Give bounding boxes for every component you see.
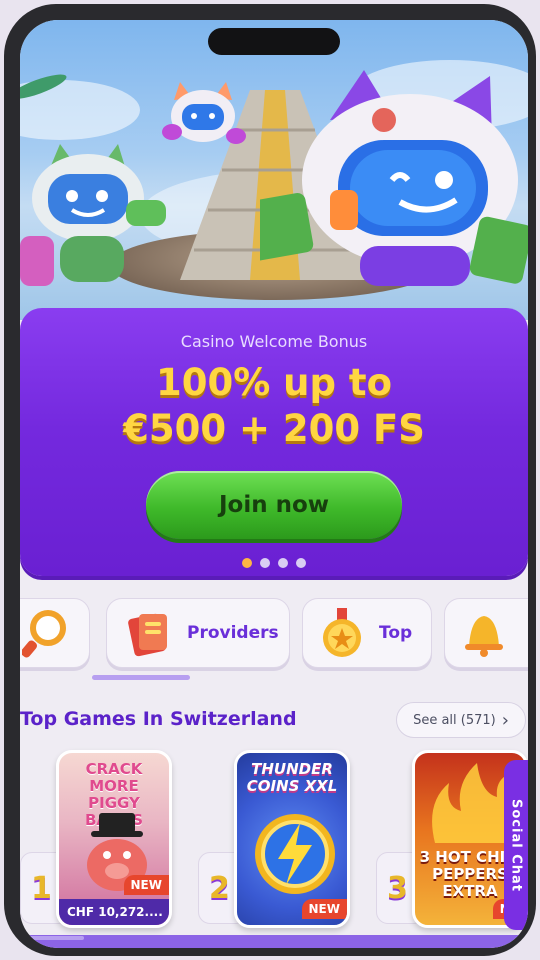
robot-mascot-main-icon [260,70,528,286]
game-logo: THUNDER COINS XXL [237,761,347,795]
carousel-dot[interactable] [260,558,270,568]
carousel-dot[interactable] [278,558,288,568]
star-coin-icon [323,608,361,657]
game-tile[interactable]: CRACK MORE PIGGY BANKS NEW CHF 10,272...… [56,750,172,928]
book-icon [128,613,167,657]
social-chat-tab[interactable]: Social Chat [504,760,528,930]
section-title: Top Games In Switzerland [20,708,297,730]
category-top[interactable]: Top [302,598,432,668]
category-strip: Providers Top [20,598,528,672]
category-providers[interactable]: Providers [106,598,290,668]
category-label: Providers [187,623,279,643]
bonus-title-line1: 100% up to [155,361,392,404]
games-scroll-indicator [24,936,84,940]
carousel-dots [20,558,528,568]
search-icon [22,610,66,658]
game-logo-line1: CRACK MORE [85,760,143,795]
bell-icon [465,616,503,657]
new-badge: NEW [301,899,347,919]
category-search[interactable] [20,598,90,668]
phone-frame: Casino Welcome Bonus 100% up to €500 + 2… [4,4,536,956]
app-screen: Casino Welcome Bonus 100% up to €500 + 2… [20,20,528,948]
bonus-subtitle: Casino Welcome Bonus [180,332,368,351]
bonus-title: 100% up to €500 + 200 FS [20,360,528,452]
see-all-label: See all (571) [413,712,496,728]
game-tile[interactable]: THUNDER COINS XXL NEW [234,750,350,928]
bottom-bar [20,935,528,948]
carousel-dot[interactable] [242,558,252,568]
chevron-right-icon: › [501,709,509,731]
robot-mascot-small-icon [162,82,246,144]
welcome-bonus-banner[interactable]: Casino Welcome Bonus 100% up to €500 + 2… [20,308,528,576]
game-logo-line2: COINS XXL [246,777,338,795]
jackpot-amount: CHF 10,272.... [59,899,169,925]
new-badge: NEW [123,875,169,895]
robot-mascot-green-icon [20,144,166,286]
lightning-coin-icon [255,814,335,894]
camera-notch [208,28,340,55]
category-scroll-indicator [92,675,190,680]
join-now-button[interactable]: Join now [146,471,402,539]
carousel-dot[interactable] [296,558,306,568]
category-label: Top [379,623,413,643]
hero-illustration [20,20,528,320]
game-logo-line1: THUNDER [251,760,333,778]
category-new[interactable] [444,598,528,668]
bonus-title-line2: €500 + 200 FS [123,407,425,450]
see-all-button[interactable]: See all (571) › [396,702,526,738]
